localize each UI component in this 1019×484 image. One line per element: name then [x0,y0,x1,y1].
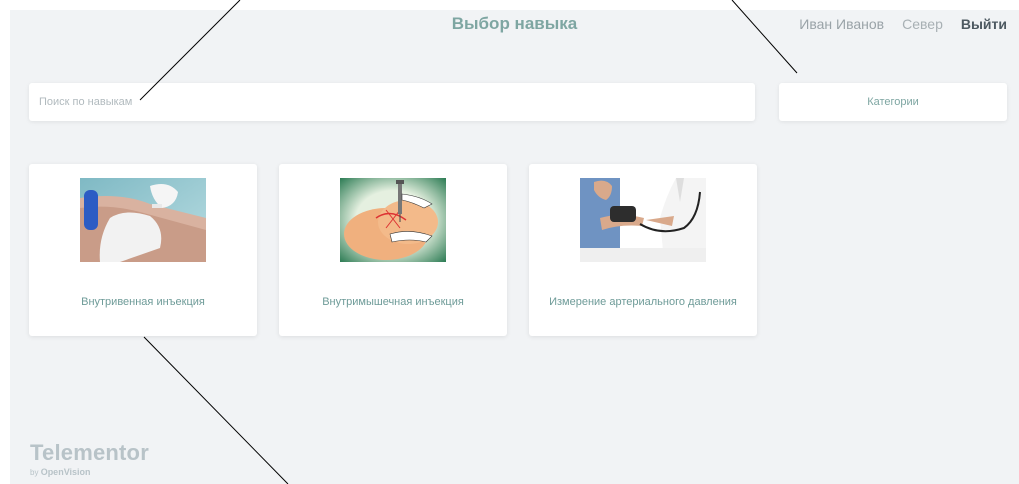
logo-company: OpenVision [40,467,91,477]
categories-button[interactable]: Категории [779,83,1007,121]
skill-card-iv-injection[interactable]: Внутривенная инъекция [29,164,257,336]
skill-card-blood-pressure[interactable]: Измерение артериального давления [529,164,757,336]
search-box[interactable] [29,83,755,121]
skill-card-im-injection[interactable]: Внутримышечная инъекция [279,164,507,336]
skill-card-label: Внутримышечная инъекция [322,295,464,308]
blood-pressure-image [580,178,706,262]
iv-injection-image [80,178,206,262]
logout-button[interactable]: Выйти [961,16,1007,32]
im-injection-image [340,178,446,262]
search-input[interactable] [29,83,755,121]
skill-card-label: Внутривенная инъекция [81,295,205,308]
header-user-bar: Иван Иванов Север Выйти [799,16,1007,32]
skill-card-label: Измерение артериального давления [549,295,737,308]
app-frame: Выбор навыка Иван Иванов Север Выйти Кат… [10,10,1019,484]
user-name[interactable]: Иван Иванов [799,16,884,32]
logo-brand: Telementor [30,440,149,465]
logo-byline: by OpenVision [30,467,149,477]
logo-by-prefix: by [30,468,39,477]
telementor-logo: Telementor by OpenVision [30,440,149,477]
region-label: Север [902,16,943,32]
